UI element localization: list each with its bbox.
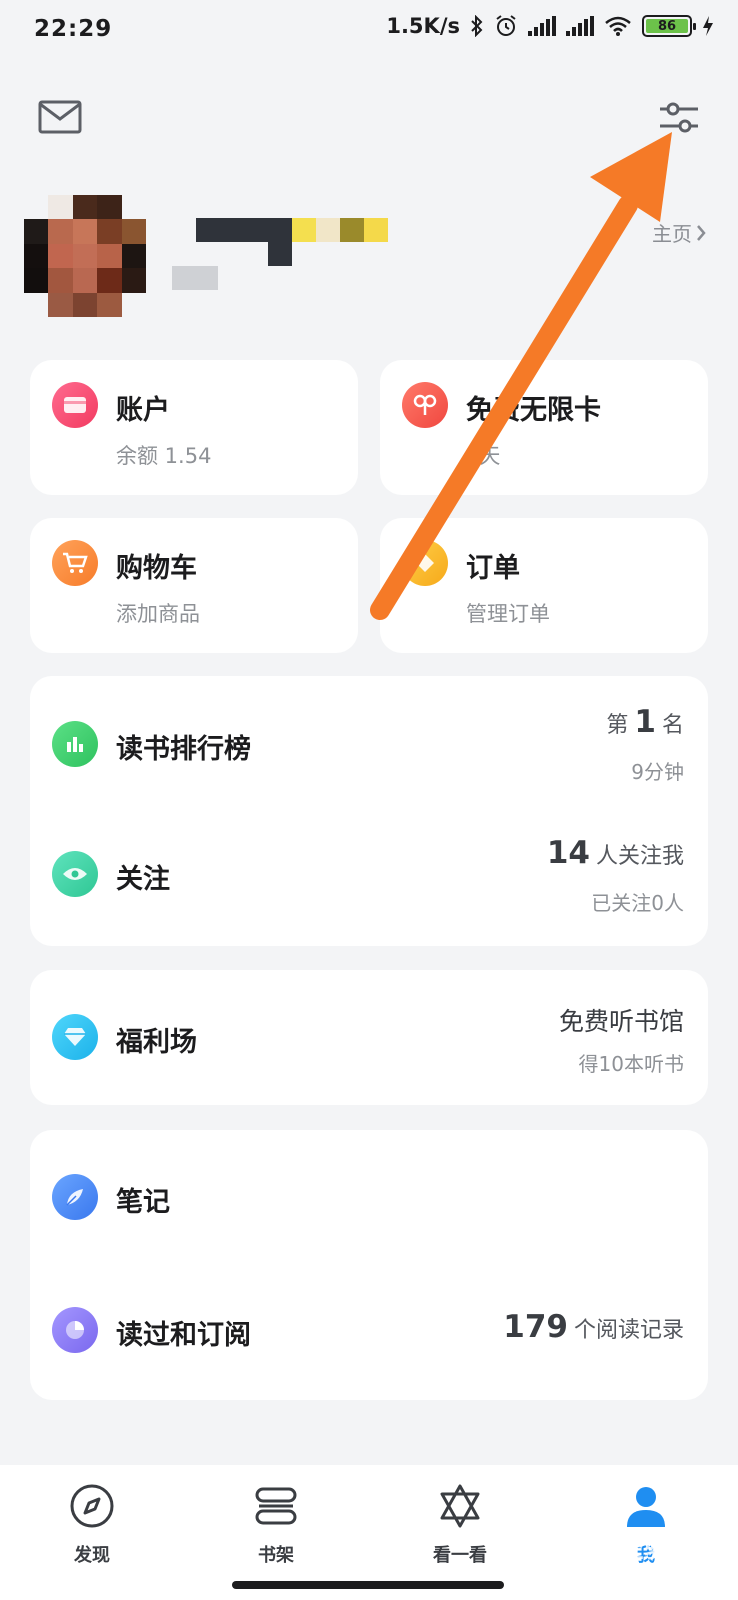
mail-icon[interactable] xyxy=(38,100,82,134)
watermark-url: jingyan.baidu.com xyxy=(582,1566,684,1579)
tag-icon xyxy=(402,540,448,586)
network-speed: 1.5K/s xyxy=(386,14,460,38)
tab-browse[interactable]: 看一看 xyxy=(400,1483,520,1567)
tab-bookshelf-label: 书架 xyxy=(258,1545,294,1566)
wifi-icon xyxy=(605,16,631,36)
followers-count: 14 xyxy=(546,835,590,871)
homepage-label: 主页 xyxy=(652,222,692,246)
unlimited-days: 0天 xyxy=(466,444,501,468)
ranking-title: 读书排行榜 xyxy=(116,734,251,765)
history-row[interactable]: 读过和订阅 179 个阅读记录 xyxy=(30,1265,708,1400)
avatar[interactable] xyxy=(24,195,146,317)
signal-icon xyxy=(528,16,556,36)
account-card[interactable]: 账户 余额 1.54 xyxy=(30,360,358,495)
status-bar: 22:29 1.5K/s 86 xyxy=(0,0,738,62)
bluetooth-icon xyxy=(471,15,483,37)
tab-browse-label: 看一看 xyxy=(433,1545,487,1566)
nickname-pixelated xyxy=(196,218,388,266)
signal-hd-icon xyxy=(566,16,594,36)
battery-icon: 86 xyxy=(642,15,696,37)
home-indicator[interactable] xyxy=(232,1581,504,1589)
follow-title: 关注 xyxy=(116,864,170,895)
rank-suffix: 名 xyxy=(661,713,684,738)
followers-suffix: 人关注我 xyxy=(595,844,684,869)
unlimited-card[interactable]: 免费无限卡 0天 xyxy=(380,360,708,495)
orders-card[interactable]: 订单 管理订单 xyxy=(380,518,708,653)
charging-icon xyxy=(703,16,713,36)
ranking-row[interactable]: 读书排行榜 第1名 9分钟 xyxy=(30,676,708,811)
notes-history-card: 笔记 读过和订阅 179 个阅读记录 xyxy=(30,1130,708,1400)
history-count: 179 xyxy=(503,1309,568,1345)
cart-title: 购物车 xyxy=(116,553,197,584)
status-right: 1.5K/s 86 xyxy=(386,14,714,38)
ranking-follow-card: 读书排行榜 第1名 9分钟 关注 14 人关注我 已关注0人 xyxy=(30,676,708,946)
welfare-card[interactable]: 福利场 免费听书馆 得10本听书 xyxy=(30,970,708,1105)
sliders-icon[interactable] xyxy=(658,100,700,136)
diamond-icon xyxy=(52,1014,98,1060)
welfare-title: 福利场 xyxy=(116,1027,197,1058)
homepage-link[interactable]: 主页 xyxy=(652,218,706,247)
rank-prefix: 第 xyxy=(606,713,629,738)
bookshelf-icon xyxy=(255,1487,297,1525)
orders-title: 订单 xyxy=(466,553,520,584)
cart-card[interactable]: 购物车 添加商品 xyxy=(30,518,358,653)
notes-title: 笔记 xyxy=(116,1187,170,1218)
tab-discover-label: 发现 xyxy=(74,1545,110,1566)
unlimited-title: 免费无限卡 xyxy=(466,395,601,426)
follow-row[interactable]: 关注 14 人关注我 已关注0人 xyxy=(30,811,708,946)
infinity-icon xyxy=(402,382,448,428)
following-count: 已关注0人 xyxy=(591,891,684,915)
history-count-suffix: 个阅读记录 xyxy=(573,1318,684,1343)
account-title: 账户 xyxy=(116,395,170,426)
wallet-icon xyxy=(52,382,98,428)
tab-discover[interactable]: 发现 xyxy=(32,1483,152,1567)
cart-icon xyxy=(52,540,98,586)
ranking-duration: 9分钟 xyxy=(631,760,684,784)
eye-icon xyxy=(52,851,98,897)
followers: 14 人关注我 xyxy=(541,835,684,871)
rank-value: 1 xyxy=(634,704,656,740)
status-time: 22:29 xyxy=(34,16,113,42)
battery-level: 86 xyxy=(646,19,688,34)
tab-bookshelf[interactable]: 书架 xyxy=(216,1483,336,1567)
orders-subtitle: 管理订单 xyxy=(466,602,550,626)
person-icon xyxy=(627,1487,665,1527)
welfare-right-title: 免费听书馆 xyxy=(558,1007,684,1036)
hexagram-icon xyxy=(440,1484,480,1528)
bar-chart-icon xyxy=(52,721,98,767)
compass-icon xyxy=(70,1484,114,1528)
feather-icon xyxy=(52,1174,98,1220)
account-balance: 余额 1.54 xyxy=(116,444,212,468)
alarm-icon xyxy=(496,15,516,36)
user-id-pixelated xyxy=(172,266,218,290)
watermark: Bai 经验 xyxy=(558,1534,672,1564)
history-records: 179 个阅读记录 xyxy=(497,1309,684,1345)
ranking-position: 第1名 xyxy=(606,704,684,740)
pie-icon xyxy=(52,1307,98,1353)
welfare-right-sub: 得10本听书 xyxy=(578,1052,684,1076)
history-title: 读过和订阅 xyxy=(116,1320,251,1351)
chevron-right-icon xyxy=(697,224,706,241)
cart-subtitle: 添加商品 xyxy=(116,602,200,626)
notes-row[interactable]: 笔记 xyxy=(30,1130,708,1265)
